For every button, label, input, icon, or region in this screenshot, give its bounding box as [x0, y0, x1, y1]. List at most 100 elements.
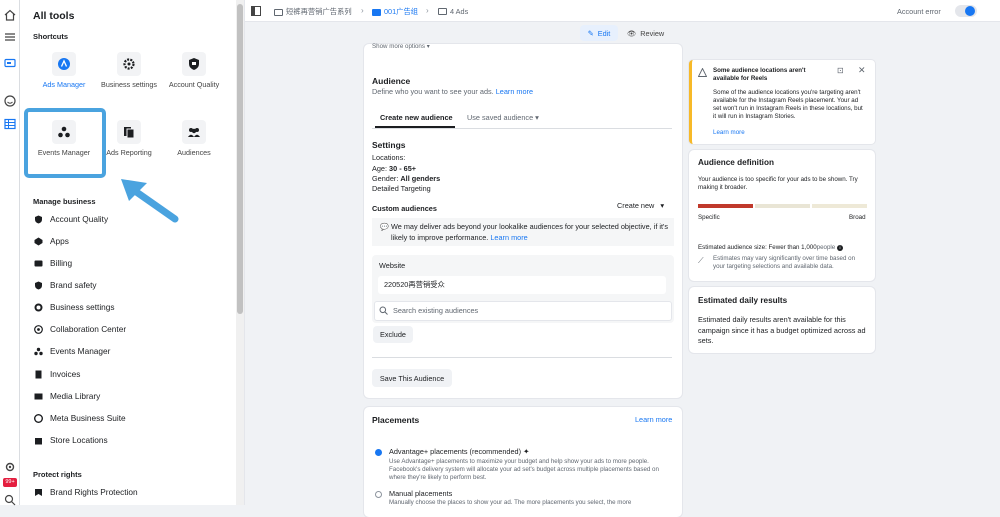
website-label: Website [379, 261, 406, 270]
gender-label: Gender: [372, 174, 399, 183]
age-value: 30 - 65+ [389, 164, 417, 173]
custom-audiences-label: Custom audiences [372, 204, 437, 213]
media-library-icon [34, 392, 43, 401]
notification-badge[interactable]: 99+ [3, 478, 17, 487]
toggle-knob [965, 6, 975, 16]
age-label: Age: [372, 164, 388, 173]
breadcrumb-adset[interactable]: 001广告组 [372, 7, 418, 17]
table-icon[interactable] [4, 118, 16, 130]
menu-item-meta-business-suite[interactable]: Meta Business Suite [34, 413, 126, 423]
show-more-options[interactable]: Show more options ▾ [372, 43, 430, 51]
notice-learn-more-link[interactable]: Learn more [490, 233, 527, 242]
grid-icon [372, 8, 381, 16]
menu-item-label: Account Quality [50, 214, 109, 224]
audience-meter-specific [698, 204, 753, 208]
ads-icon[interactable] [4, 57, 16, 69]
menu-item-brand-rights-protection[interactable]: Brand Rights Protection [34, 487, 138, 497]
panel-title: All tools [33, 10, 75, 22]
menu-item-apps[interactable]: Apps [34, 236, 69, 246]
review-label: Review [640, 28, 665, 38]
brand-rights-icon [34, 488, 43, 497]
exclude-button[interactable]: Exclude [373, 326, 413, 343]
menu-item-events-manager[interactable]: Events Manager [34, 346, 110, 356]
tab-create-new-audience[interactable]: Create new audience [380, 113, 453, 124]
review-button[interactable]: 👁 Review [627, 25, 671, 41]
definition-body: Your audience is too specific for your a… [698, 176, 858, 191]
placements-learn-more-link[interactable]: Learn more [635, 415, 672, 426]
learn-more-link[interactable]: Learn more [496, 87, 533, 96]
menu-item-brand-safety[interactable]: Brand safety [34, 280, 97, 290]
shortcuts-heading: Shortcuts [33, 32, 69, 41]
notice-text: We may deliver ads beyond your lookalike… [391, 222, 669, 243]
shortcut-ads-manager[interactable]: Ads Manager [29, 52, 99, 90]
eye-icon: 👁 [627, 28, 637, 38]
manual-placements-title: Manual placements [389, 489, 453, 498]
menu-item-label: Collaboration Center [50, 324, 127, 334]
warning-body: Some of the audience locations you're ta… [713, 89, 863, 120]
search-icon[interactable] [4, 494, 16, 506]
info-icon: 💬 [380, 224, 389, 231]
invoice-icon [34, 370, 43, 379]
close-icon[interactable]: ✕ [858, 65, 866, 76]
menu-item-label: Store Locations [50, 435, 108, 445]
save-audience-button[interactable]: Save This Audience [372, 369, 452, 387]
caret-down-icon: ▾ [660, 201, 665, 210]
breadcrumb-label: 4 Ads [450, 7, 469, 16]
sidebar-toggle-icon[interactable] [251, 6, 261, 16]
menu-item-media-library[interactable]: Media Library [34, 391, 100, 401]
menu-item-business-settings[interactable]: Business settings [34, 302, 115, 312]
gear-icon [117, 52, 141, 76]
advantage-placements-radio[interactable] [375, 449, 382, 456]
home-icon[interactable] [4, 9, 16, 21]
search-placeholder: Search existing audiences [393, 306, 479, 315]
tab-use-saved-audience[interactable]: Use saved audience ▾ [467, 113, 539, 124]
left-nav-rail: 99+ [0, 0, 20, 506]
feedback-icon[interactable]: ⊡ [837, 66, 844, 75]
sparkle-icon: ✦ [523, 447, 530, 456]
breadcrumb-ads[interactable]: 4 Ads [438, 7, 468, 16]
create-new-dropdown[interactable]: Create new ▾ [617, 201, 664, 212]
tab-divider [372, 128, 672, 129]
menu-item-billing[interactable]: Billing [34, 258, 72, 268]
trend-icon: ⟋ [698, 256, 704, 265]
menu-item-label: Business settings [50, 302, 115, 312]
menu-item-label: Brand safety [50, 280, 97, 290]
audience-meter-mid [755, 204, 810, 208]
info-icon[interactable]: i [837, 245, 843, 251]
menu-item-collaboration-center[interactable]: Collaboration Center [34, 324, 126, 334]
menu-item-label: Invoices [50, 369, 81, 379]
breadcrumb-campaign[interactable]: 短裤再营销广告系列 [274, 7, 352, 17]
warning-title: Some audience locations aren't available… [713, 67, 806, 82]
subtitle-text: Define who you want to see your ads. [372, 87, 494, 96]
meter-broad-label: Broad [849, 214, 866, 221]
manual-placements-radio[interactable] [375, 491, 382, 498]
chevron-right-icon: › [426, 6, 429, 15]
brand-safety-icon [34, 281, 43, 290]
age-row: Age: 30 - 65+ [372, 164, 416, 175]
menu-item-label: Media Library [50, 391, 101, 401]
size-unit: people [816, 244, 836, 251]
breadcrumb-label: 短裤再营销广告系列 [286, 7, 352, 16]
all-tools-panel: All tools Shortcuts Ads Manager Business… [20, 0, 245, 505]
warning-learn-more-link[interactable]: Learn more [713, 129, 745, 137]
menu-item-account-quality[interactable]: Account Quality [34, 214, 108, 224]
menu-item-invoices[interactable]: Invoices [34, 369, 80, 379]
apps-icon [34, 237, 43, 246]
shortcut-label: Ads Manager [42, 80, 86, 89]
shortcut-business-settings[interactable]: Business settings [94, 52, 164, 90]
shortcut-account-quality[interactable]: Account Quality [159, 52, 229, 90]
menu-icon[interactable] [4, 31, 16, 43]
tools-scroll-thumb[interactable] [237, 4, 243, 314]
ads-manager-icon [52, 52, 76, 76]
edit-label: Edit [597, 28, 611, 38]
shortcut-audiences[interactable]: Audiences [159, 120, 229, 158]
smiley-icon[interactable] [4, 95, 16, 107]
notice-body: We may deliver ads beyond your lookalike… [391, 222, 669, 242]
warning-icon [698, 68, 707, 77]
settings-icon[interactable] [4, 461, 16, 473]
billing-icon [34, 259, 43, 268]
menu-item-store-locations[interactable]: Store Locations [34, 435, 108, 445]
menu-item-label: Events Manager [50, 346, 111, 356]
chevron-right-icon: › [361, 6, 364, 15]
edit-button[interactable]: ✎ Edit [580, 25, 618, 41]
